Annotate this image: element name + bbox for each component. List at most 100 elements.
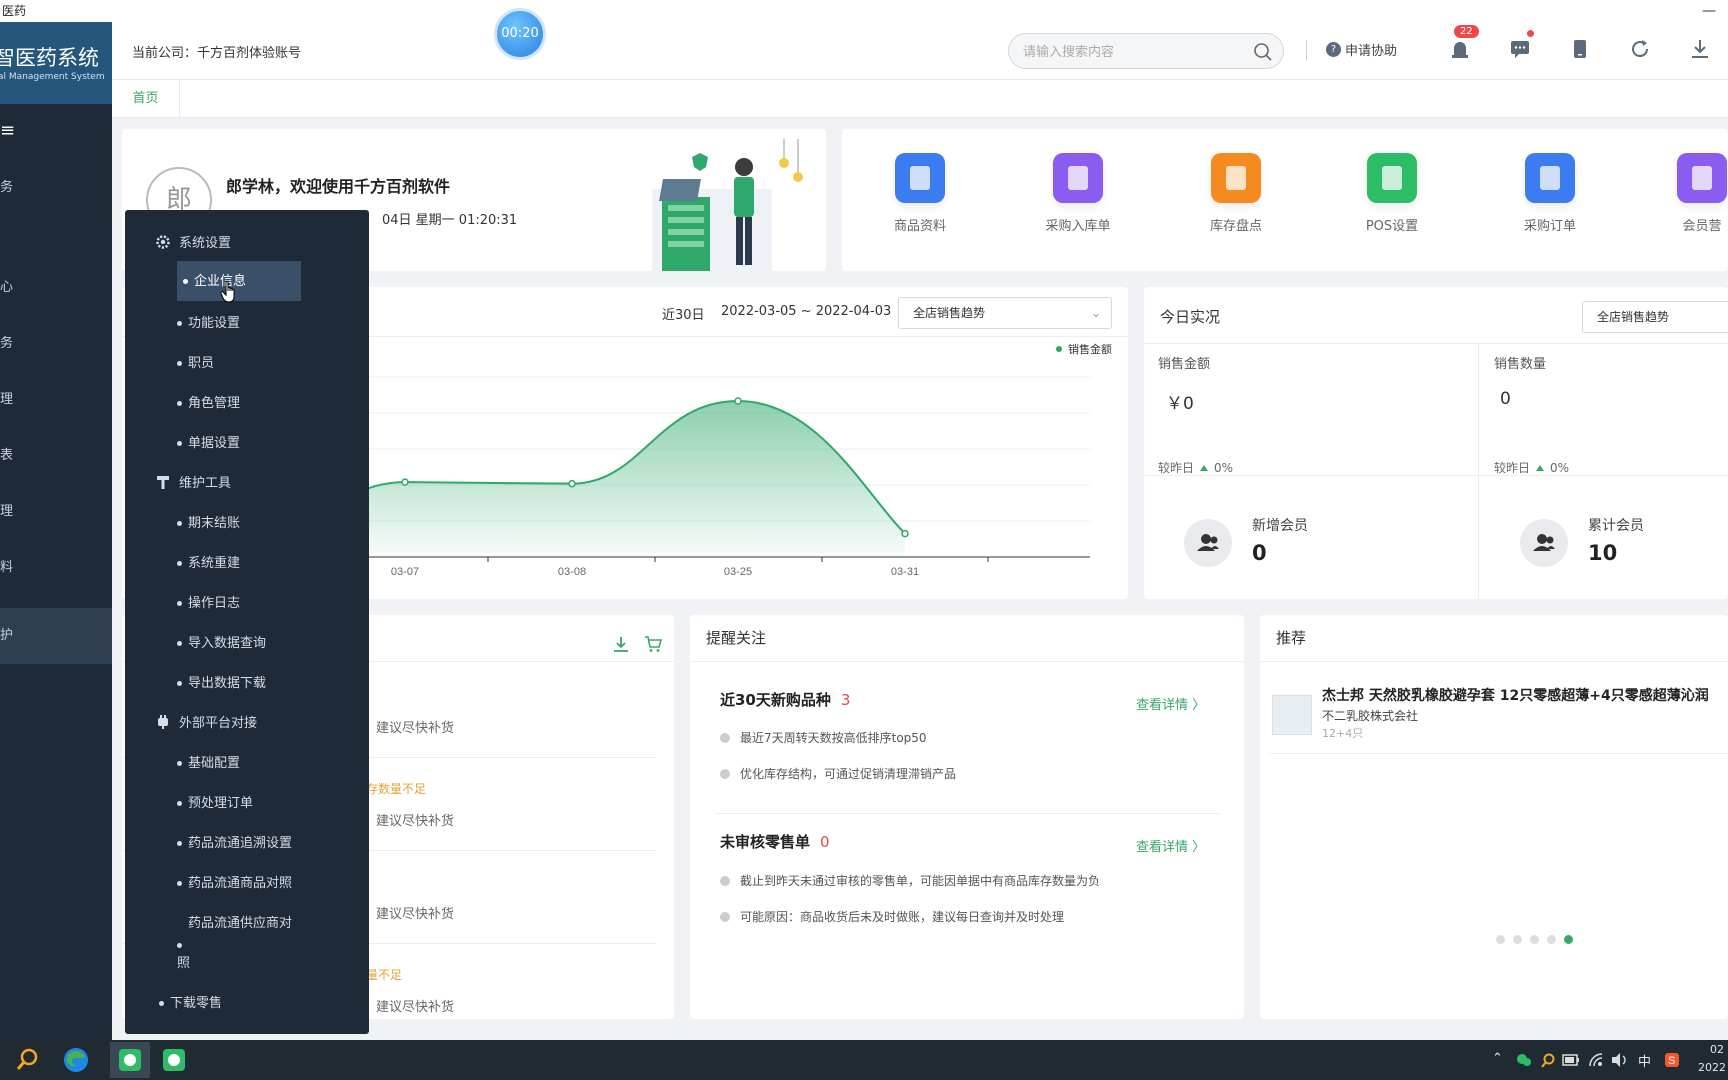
download-icon[interactable] bbox=[612, 635, 630, 653]
tab-home[interactable]: 首页 bbox=[112, 80, 180, 118]
download-icon[interactable] bbox=[1688, 37, 1712, 61]
sidebar-item[interactable]: 理 bbox=[0, 380, 112, 420]
clock-time[interactable]: 02 bbox=[1710, 1043, 1724, 1056]
carousel-dot[interactable] bbox=[1496, 935, 1505, 944]
search-icon[interactable] bbox=[14, 1046, 42, 1074]
tray-chevron-icon[interactable]: ⌃ bbox=[1492, 1051, 1503, 1066]
sidebar-item[interactable]: 心 bbox=[0, 268, 112, 308]
battery-icon[interactable] bbox=[1562, 1053, 1580, 1067]
bullet-icon bbox=[177, 441, 182, 446]
minimize-button[interactable]: — bbox=[1702, 0, 1716, 22]
menu-item-label: 基础配置 bbox=[188, 756, 241, 771]
menu-item-period-close[interactable]: 期末结账 bbox=[177, 512, 240, 531]
data-point[interactable] bbox=[401, 478, 409, 486]
sidebar-item[interactable]: 务 bbox=[0, 168, 112, 208]
sales-trend-select[interactable]: 全店销售趋势 ⌄ bbox=[898, 297, 1112, 329]
wechat-icon[interactable] bbox=[1516, 1052, 1532, 1068]
product-thumbnail[interactable] bbox=[1272, 695, 1312, 735]
bullet-icon bbox=[720, 768, 730, 779]
view-details-link[interactable]: 查看详情 〉 bbox=[1136, 694, 1205, 713]
search-input[interactable] bbox=[1023, 34, 1243, 68]
menu-item-roles[interactable]: 角色管理 bbox=[177, 392, 240, 411]
menu-item-label: 期末结账 bbox=[188, 516, 241, 531]
ime-indicator[interactable]: 中 bbox=[1638, 1051, 1651, 1070]
shortcut-pos-settings[interactable]: POS设置 bbox=[1342, 153, 1442, 234]
menu-item-function-settings[interactable]: 功能设置 bbox=[177, 312, 240, 331]
menu-item-wrap[interactable] bbox=[177, 938, 188, 953]
search-icon[interactable] bbox=[1253, 42, 1273, 62]
bullet-icon bbox=[177, 841, 182, 846]
shortcut-label: 采购入库单 bbox=[1045, 219, 1111, 234]
cart-icon[interactable] bbox=[644, 635, 662, 653]
sidebar-item[interactable]: 表 bbox=[0, 436, 112, 476]
carousel-dot[interactable] bbox=[1547, 935, 1556, 944]
help-button[interactable]: ? 申请协助 bbox=[1326, 40, 1397, 59]
menu-item-document-settings[interactable]: 单据设置 bbox=[177, 432, 240, 451]
data-point[interactable] bbox=[568, 479, 576, 488]
menu-item-export-download[interactable]: 导出数据下载 bbox=[177, 672, 266, 691]
group-external-platform: 外部平台对接 bbox=[155, 712, 257, 731]
menu-item-wrap-text[interactable]: 照 bbox=[177, 952, 190, 971]
search-tray-icon[interactable] bbox=[1540, 1052, 1556, 1068]
timer-bubble[interactable]: 00:20 bbox=[494, 8, 546, 60]
menu-item-preprocess-orders[interactable]: 预处理订单 bbox=[177, 792, 253, 811]
menu-item-import-query[interactable]: 导入数据查询 bbox=[177, 632, 266, 651]
today-trend-select[interactable]: 全店销售趋势 bbox=[1582, 301, 1728, 333]
bullet-icon bbox=[177, 641, 182, 646]
menu-toggle-icon[interactable]: ≡ bbox=[0, 120, 15, 141]
header-divider bbox=[1306, 40, 1307, 60]
refresh-icon[interactable] bbox=[1628, 37, 1652, 61]
total-member-icon bbox=[1520, 519, 1568, 567]
sidebar-item[interactable]: 理 bbox=[0, 492, 112, 532]
sidebar-item-maintenance[interactable]: 护 bbox=[0, 608, 112, 664]
view-details-link[interactable]: 查看详情 〉 bbox=[1136, 836, 1205, 855]
brand-subtitle: al Management System bbox=[0, 72, 105, 82]
shortcut-label: 采购订单 bbox=[1523, 219, 1576, 234]
data-point[interactable] bbox=[734, 397, 742, 405]
alert-item-text: 截止到昨天未通过审核的零售单，可能因单据中有商品库存数量为负 bbox=[740, 874, 1101, 888]
shortcut-member-marketing[interactable]: 会员营 bbox=[1652, 153, 1728, 234]
shortcut-stocktake[interactable]: 库存盘点 bbox=[1186, 153, 1286, 234]
menu-item-traceability-settings[interactable]: 药品流通追溯设置 bbox=[177, 832, 292, 851]
bullet-icon bbox=[720, 911, 730, 922]
question-icon: ? bbox=[1326, 42, 1341, 57]
bullet-icon bbox=[177, 561, 182, 566]
search-box[interactable] bbox=[1008, 33, 1284, 69]
menu-item-label: 单据设置 bbox=[188, 436, 241, 451]
product-name[interactable]: 杰士邦 天然胶乳橡胶避孕套 12只零感超薄+4只零感超薄沁润 bbox=[1322, 685, 1709, 705]
wifi-icon[interactable] bbox=[1588, 1052, 1604, 1068]
menu-item-label: 导出数据下载 bbox=[188, 676, 267, 691]
phone-icon[interactable] bbox=[1568, 37, 1592, 61]
menu-item-supplier-mapping[interactable]: 药品流通供应商对 bbox=[177, 912, 292, 931]
sogou-ime-icon[interactable]: S bbox=[1664, 1052, 1680, 1068]
app-icon[interactable] bbox=[160, 1046, 188, 1074]
notification-badge: 22 bbox=[1454, 25, 1479, 38]
alarm-bell-icon[interactable] bbox=[1448, 37, 1472, 61]
sidebar-item[interactable]: 务 bbox=[0, 324, 112, 364]
menu-item-system-rebuild[interactable]: 系统重建 bbox=[177, 552, 240, 571]
menu-item-product-mapping[interactable]: 药品流通商品对照 bbox=[177, 872, 292, 891]
stock-warning: 存数量不足 bbox=[366, 782, 427, 796]
app-icon[interactable] bbox=[116, 1046, 144, 1074]
message-icon[interactable] bbox=[1508, 37, 1532, 61]
shortcut-purchase-receipt[interactable]: 采购入库单 bbox=[1028, 153, 1128, 234]
menu-item-staff[interactable]: 职员 bbox=[177, 352, 214, 371]
select-value: 全店销售趋势 bbox=[1597, 310, 1670, 324]
bullet-icon bbox=[183, 279, 188, 284]
carousel-dot-active[interactable] bbox=[1564, 935, 1573, 944]
sidebar-item[interactable]: 料 bbox=[0, 548, 112, 588]
shortcut-product-data[interactable]: 商品资料 bbox=[870, 153, 970, 234]
carousel-dot[interactable] bbox=[1530, 935, 1539, 944]
menu-item-operation-log[interactable]: 操作日志 bbox=[177, 592, 240, 611]
edge-browser-icon[interactable] bbox=[62, 1046, 90, 1074]
product-maker: 不二乳胶株式会社 bbox=[1322, 709, 1419, 723]
menu-item-download-retail[interactable]: 下载零售 bbox=[159, 992, 222, 1011]
carousel-dot[interactable] bbox=[1513, 935, 1522, 944]
shortcut-purchase-order[interactable]: 采购订单 bbox=[1500, 153, 1600, 234]
x-tick-label: 03-31 bbox=[891, 566, 919, 578]
menu-item-basic-config[interactable]: 基础配置 bbox=[177, 752, 240, 771]
clock-date[interactable]: 2022 bbox=[1698, 1061, 1726, 1074]
data-point[interactable] bbox=[901, 529, 909, 538]
maintenance-dropdown-menu: 系统设置 企业信息 功能设置 职员 角色管理 单据设置 维护工具 期末结账 系统… bbox=[125, 210, 369, 1034]
volume-icon[interactable] bbox=[1610, 1052, 1628, 1068]
